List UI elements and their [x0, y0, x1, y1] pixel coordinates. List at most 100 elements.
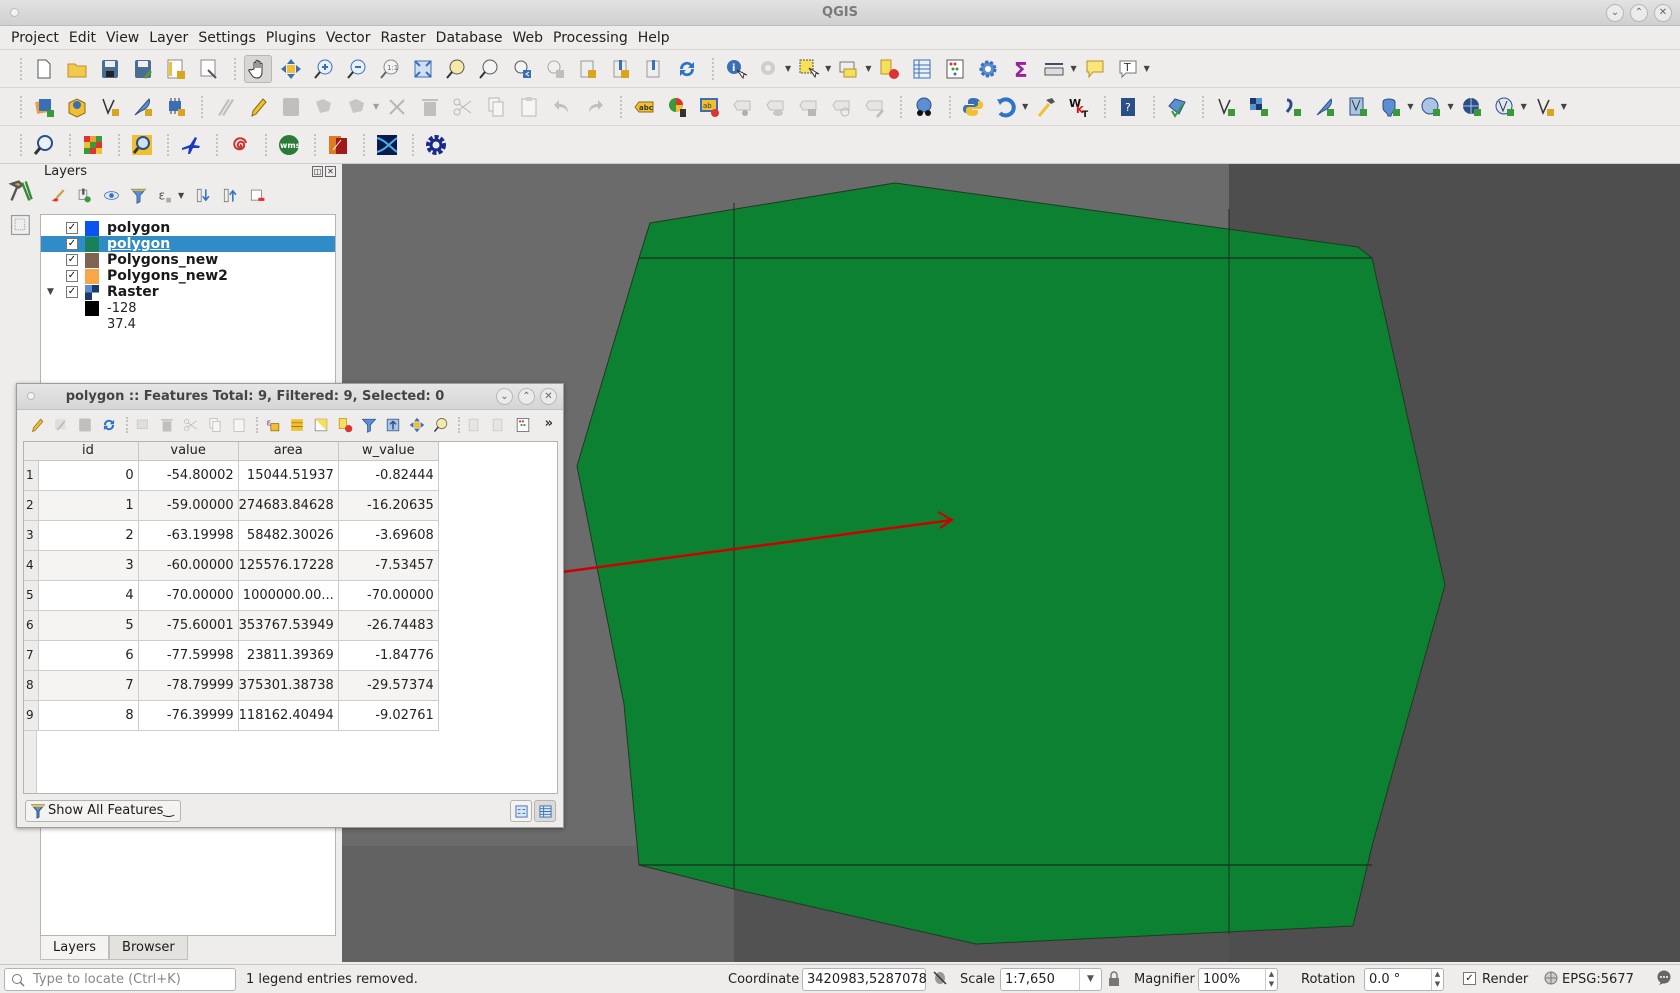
cell-value[interactable]: -76.39999 — [138, 700, 239, 731]
delete-field-button[interactable] — [489, 415, 509, 435]
spatial-bookmarks-button[interactable] — [640, 55, 668, 83]
cell-w-value[interactable]: -9.02761 — [338, 700, 439, 731]
cell-id[interactable]: 8 — [38, 700, 139, 731]
zoom-full-button[interactable] — [409, 55, 437, 83]
undo-button[interactable] — [548, 93, 576, 121]
move-selection-to-top-button[interactable] — [383, 415, 403, 435]
toolbar-handle[interactable] — [20, 133, 24, 156]
diagram-tool-button[interactable] — [663, 93, 691, 121]
messages-button[interactable] — [1656, 970, 1672, 990]
toggle-editing-button[interactable] — [244, 93, 272, 121]
toggle-editing-button[interactable] — [27, 415, 47, 435]
layer-item-polygon-1[interactable]: ✓ polygon — [41, 220, 335, 236]
label-properties-button[interactable] — [861, 93, 889, 121]
settings-plugin-button[interactable] — [422, 131, 450, 159]
minimize-button[interactable]: ⌄ — [1606, 4, 1624, 22]
annotation-dropdown[interactable]: ▼ — [1144, 64, 1150, 73]
deselect-button[interactable] — [875, 55, 903, 83]
cell-id[interactable]: 4 — [38, 580, 139, 611]
cell-value[interactable]: -59.00000 — [138, 490, 239, 521]
add-raster-layer-button[interactable] — [1245, 93, 1273, 121]
cell-id[interactable]: 2 — [38, 520, 139, 551]
delete-selected-button[interactable] — [416, 93, 444, 121]
cell-value[interactable]: -60.00000 — [138, 550, 239, 581]
expand-all-button[interactable] — [192, 184, 214, 206]
layer-item-raster[interactable]: ▼ ✓ Raster — [41, 284, 335, 300]
add-wms-dropdown[interactable]: ▼ — [1447, 102, 1453, 111]
zoom-native-button[interactable]: 1:1 — [376, 55, 404, 83]
layer-item-polygons-new[interactable]: ✓ Polygons_new — [41, 252, 335, 268]
toolbar-overflow-button[interactable]: » — [545, 416, 553, 431]
run-action-button[interactable] — [755, 55, 783, 83]
zoom-next-button[interactable] — [541, 55, 569, 83]
pan-button[interactable] — [244, 54, 272, 83]
cell-value[interactable]: -63.19998 — [138, 520, 239, 551]
row-header[interactable]: 2 — [24, 490, 39, 521]
zoom-out-button[interactable] — [343, 55, 371, 83]
add-postgis-button[interactable] — [1377, 93, 1405, 121]
cell-w-value[interactable]: -1.84776 — [338, 640, 439, 671]
run-action-dropdown[interactable]: ▼ — [785, 64, 791, 73]
statistics-button[interactable]: Σ — [1007, 55, 1035, 83]
column-header-area[interactable]: area — [238, 442, 339, 461]
invert-selection-button[interactable] — [311, 415, 331, 435]
scale-combobox[interactable]: 1:7,650 ▼ — [1000, 968, 1102, 991]
locator-search-input[interactable]: Type to locate (Ctrl+K) — [4, 968, 236, 991]
cell-value[interactable]: -54.80002 — [138, 460, 239, 491]
menu-edit[interactable]: Edit — [64, 30, 101, 46]
toggle-extents-button[interactable] — [932, 970, 948, 990]
paste-button[interactable] — [229, 415, 249, 435]
toolbox-button[interactable] — [974, 55, 1002, 83]
attribute-table-titlebar[interactable]: polygon :: Features Total: 9, Filtered: … — [17, 384, 563, 410]
row-header[interactable]: 4 — [24, 550, 39, 581]
cell-id[interactable]: 0 — [38, 460, 139, 491]
column-header-w-value[interactable]: w_value — [338, 442, 439, 461]
cell-w-value[interactable]: -70.00000 — [338, 580, 439, 611]
magnifier-spin-arrows[interactable]: ▲ ▼ — [1265, 969, 1277, 990]
flight-plugin-button[interactable] — [177, 131, 205, 159]
zoom-to-layer-button[interactable] — [475, 55, 503, 83]
toolbar-handle[interactable] — [20, 57, 24, 80]
save-project-button[interactable] — [96, 55, 124, 83]
help-button[interactable]: ? — [1114, 93, 1142, 121]
toolbar-handle[interactable] — [20, 95, 24, 118]
layout-manager-button[interactable] — [195, 55, 223, 83]
data-source-manager-button[interactable] — [30, 93, 58, 121]
add-wfs-dropdown[interactable]: ▼ — [1521, 102, 1527, 111]
cell-area[interactable]: 274683.84628 — [238, 490, 339, 521]
cell-w-value[interactable]: -0.82444 — [338, 460, 439, 491]
add-delimited-text-button[interactable] — [1278, 93, 1306, 121]
cell-id[interactable]: 6 — [38, 640, 139, 671]
layout-tool-button[interactable] — [8, 212, 34, 238]
field-calculator-button[interactable] — [513, 415, 533, 435]
filter-select-form-button[interactable] — [359, 415, 379, 435]
maximize-button[interactable]: ⌃ — [1630, 4, 1648, 22]
menu-view[interactable]: View — [101, 30, 144, 46]
add-feature-button[interactable] — [133, 415, 153, 435]
rotation-spin-arrows[interactable]: ▲ ▼ — [1431, 969, 1443, 990]
select-features-dropdown[interactable]: ▼ — [825, 64, 831, 73]
select-by-expression-button[interactable]: ε — [263, 415, 283, 435]
cell-area[interactable]: 125576.17228 — [238, 550, 339, 581]
layer-visibility-checkbox[interactable]: ✓ — [66, 270, 78, 282]
cell-w-value[interactable]: -29.57374 — [338, 670, 439, 701]
rotate-label-button[interactable] — [795, 93, 823, 121]
column-header-value[interactable]: value — [138, 442, 239, 461]
manage-visibility-button[interactable] — [100, 184, 122, 206]
pan-to-selection-button[interactable] — [277, 55, 305, 83]
wkt-button[interactable]: WKT — [1065, 93, 1093, 121]
identify-button[interactable]: i — [722, 55, 750, 83]
pin-labels-button[interactable]: ab — [696, 93, 724, 121]
close-button[interactable]: ✕ — [540, 388, 557, 405]
new-print-layout-button[interactable] — [162, 55, 190, 83]
add-virtual-layer-button[interactable] — [1344, 93, 1372, 121]
build-virtual-button[interactable] — [1032, 93, 1060, 121]
new-spatialite-layer-button[interactable] — [129, 93, 157, 121]
add-postgis-dropdown[interactable]: ▼ — [1407, 102, 1413, 111]
menu-plugins[interactable]: Plugins — [261, 30, 321, 46]
label-tool-button[interactable]: abc — [630, 93, 658, 121]
pan-to-selected-button[interactable] — [407, 415, 427, 435]
tab-browser[interactable]: Browser — [109, 936, 188, 960]
float-panel-button[interactable]: ◫ — [312, 166, 323, 177]
table-row[interactable]: 7 6 -77.59998 23811.39369 -1.84776 — [24, 640, 439, 671]
